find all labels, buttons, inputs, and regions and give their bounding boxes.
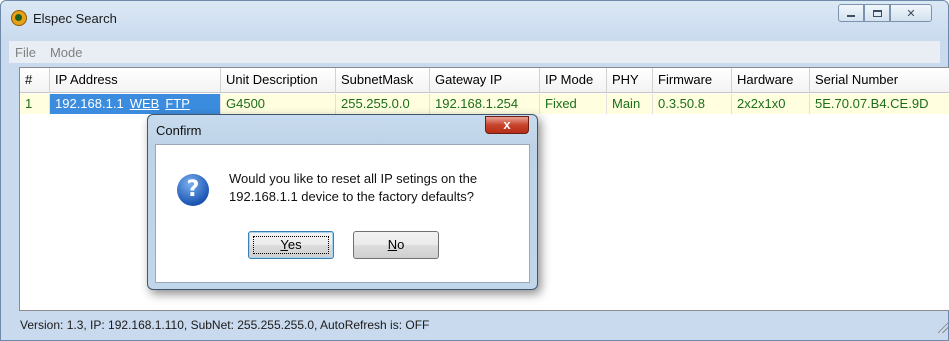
window-controls: ✕ (838, 4, 932, 22)
column-header-hardware[interactable]: Hardware (732, 68, 810, 93)
web-link[interactable]: WEB (130, 96, 160, 111)
table-row-cell-hardware[interactable]: 2x2x1x0 (732, 94, 810, 114)
dialog-message-line-1: Would you like to reset all IP setings o… (229, 171, 478, 186)
menu-file[interactable]: File (9, 45, 44, 60)
no-label-rest: o (397, 237, 405, 252)
window-title: Elspec Search (33, 11, 117, 26)
table-row-cell-subnet[interactable]: 255.255.0.0 (336, 94, 430, 114)
dialog-message: Would you like to reset all IP setings o… (229, 170, 519, 206)
column-header-index[interactable]: # (20, 68, 50, 93)
column-header-ip-address[interactable]: IP Address (50, 68, 221, 93)
column-header-ip-mode[interactable]: IP Mode (540, 68, 607, 93)
table-row-cell-phy[interactable]: Main (607, 94, 653, 114)
minimize-icon (847, 15, 855, 17)
ftp-link[interactable]: FTP (165, 96, 190, 111)
column-header-serial-number[interactable]: Serial Number (810, 68, 949, 93)
focus-rectangle (253, 236, 329, 254)
table-row-cell-gateway[interactable]: 192.168.1.254 (430, 94, 540, 114)
status-text: Version: 1.3, IP: 192.168.1.110, SubNet:… (20, 318, 430, 332)
table-row-cell-serial[interactable]: 5E.70.07.B4.CE.9D (810, 94, 949, 114)
column-header-firmware[interactable]: Firmware (653, 68, 732, 93)
menu-bar: File Mode (9, 41, 940, 63)
dialog-title: Confirm (156, 123, 202, 138)
maximize-button[interactable] (864, 4, 890, 22)
resize-grip-icon[interactable] (938, 323, 948, 333)
close-window-button[interactable]: ✕ (890, 4, 932, 22)
menu-mode[interactable]: Mode (44, 45, 91, 60)
status-bar: Version: 1.3, IP: 192.168.1.110, SubNet:… (19, 314, 949, 336)
close-icon: ✕ (906, 7, 916, 20)
dialog-close-button[interactable]: x (485, 116, 529, 134)
table-row-cell-description[interactable]: G4500 (221, 94, 336, 114)
maximize-icon (872, 9, 882, 17)
yes-button[interactable]: Yes (248, 231, 334, 259)
ip-address-value: 192.168.1.1 (55, 96, 124, 111)
elspec-app-icon (11, 10, 27, 26)
column-header-unit-description[interactable]: Unit Description (221, 68, 336, 93)
column-header-subnet-mask[interactable]: SubnetMask (336, 68, 430, 93)
table-row-cell-ip[interactable]: 192.168.1.1 WEB FTP (50, 94, 221, 114)
title-bar[interactable]: Elspec Search ✕ (1, 1, 948, 37)
table-row-cell-ip-mode[interactable]: Fixed (540, 94, 607, 114)
dialog-message-line-2: 192.168.1.1 device to the factory defaul… (229, 189, 475, 204)
no-button[interactable]: No (353, 231, 439, 259)
minimize-button[interactable] (838, 4, 864, 22)
column-header-gateway-ip[interactable]: Gateway IP (430, 68, 540, 93)
table-row-cell-index[interactable]: 1 (20, 94, 50, 114)
question-icon: ? (177, 174, 209, 206)
table-row-cell-firmware[interactable]: 0.3.50.8 (653, 94, 732, 114)
close-icon: x (503, 117, 511, 132)
confirm-dialog: Confirm x ? Would you like to reset all … (147, 114, 538, 290)
dialog-body: ? Would you like to reset all IP setings… (155, 144, 530, 283)
column-header-phy[interactable]: PHY (607, 68, 653, 93)
no-mnemonic: N (387, 237, 398, 252)
